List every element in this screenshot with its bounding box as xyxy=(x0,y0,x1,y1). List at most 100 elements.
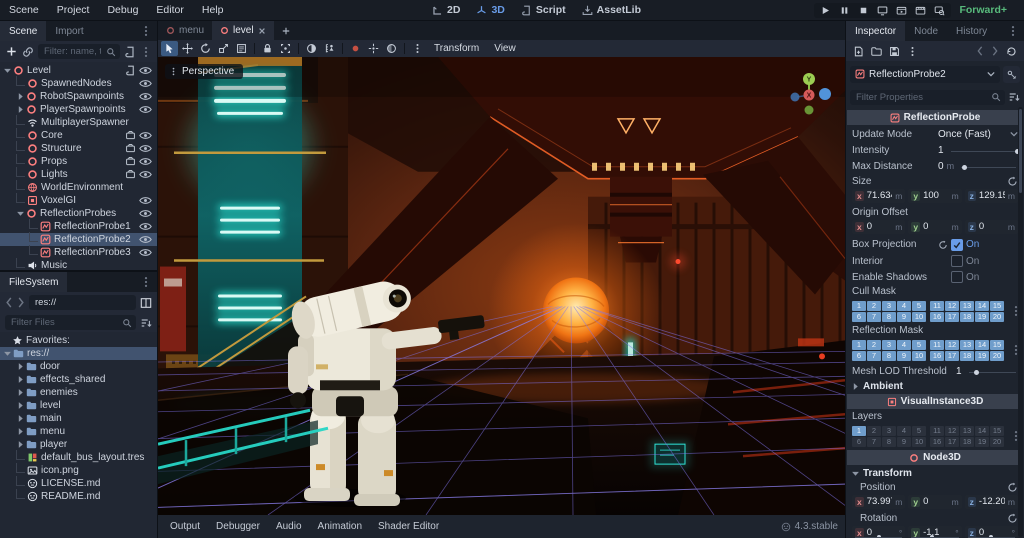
layer-17-toggle[interactable]: 17 xyxy=(945,350,959,361)
layer-16-toggle[interactable]: 16 xyxy=(930,436,944,447)
close-icon[interactable] xyxy=(258,27,266,35)
rotate-tool-button[interactable] xyxy=(197,41,214,56)
layer-3-toggle[interactable]: 3 xyxy=(882,339,896,350)
inspector-scrollbar[interactable] xyxy=(1018,107,1023,537)
layer-12-toggle[interactable]: 12 xyxy=(945,425,959,436)
save-resource-icon[interactable] xyxy=(889,46,900,57)
instance-icon[interactable] xyxy=(125,169,136,180)
layer-10-toggle[interactable]: 10 xyxy=(912,311,926,322)
layer-6-toggle[interactable]: 6 xyxy=(852,350,866,361)
layer-13-toggle[interactable]: 13 xyxy=(960,339,974,350)
layer-9-toggle[interactable]: 9 xyxy=(897,436,911,447)
bottom-tab-shader-editor[interactable]: Shader Editor xyxy=(370,521,447,532)
monitor-icon[interactable] xyxy=(877,5,888,16)
layer-9-toggle[interactable]: 9 xyxy=(897,350,911,361)
filesystem-item-readme-md[interactable]: README.md xyxy=(0,489,157,503)
move-tool-button[interactable] xyxy=(179,41,196,56)
history-back-icon[interactable] xyxy=(5,297,13,308)
layer-5-toggle[interactable]: 5 xyxy=(912,425,926,436)
filesystem-item-favorites-[interactable]: Favorites: xyxy=(0,334,157,347)
layer-4-toggle[interactable]: 4 xyxy=(897,339,911,350)
layer-11-toggle[interactable]: 11 xyxy=(930,300,944,311)
scale-tool-button[interactable] xyxy=(215,41,232,56)
layer-9-toggle[interactable]: 9 xyxy=(897,311,911,322)
file-filter-input[interactable] xyxy=(9,316,119,329)
layer-20-toggle[interactable]: 20 xyxy=(990,436,1004,447)
layer-14-toggle[interactable]: 14 xyxy=(975,339,989,350)
section-visualinstance3d[interactable]: VisualInstance3D xyxy=(847,394,1023,409)
layer-17-toggle[interactable]: 17 xyxy=(945,311,959,322)
scene-tree-item-robotspawnpoints[interactable]: RobotSpawnpoints xyxy=(0,90,157,103)
new-resource-icon[interactable] xyxy=(853,46,864,57)
layer-13-toggle[interactable]: 13 xyxy=(960,300,974,311)
layer-13-toggle[interactable]: 13 xyxy=(960,425,974,436)
tab-node[interactable]: Node xyxy=(905,21,947,41)
layer-11-toggle[interactable]: 11 xyxy=(930,339,944,350)
menu-debug[interactable]: Debug xyxy=(98,0,147,20)
history-back-icon[interactable] xyxy=(976,46,984,56)
camera-preview-button[interactable] xyxy=(347,41,364,56)
play-icon[interactable] xyxy=(820,5,831,16)
enable-shadows-checkbox[interactable] xyxy=(951,271,963,283)
filesystem-menu-button[interactable] xyxy=(135,272,157,292)
section-reflectionprobe[interactable]: ReflectionProbe xyxy=(847,110,1023,125)
visibility-toggle-icon[interactable] xyxy=(139,131,152,140)
pause-icon[interactable] xyxy=(839,5,850,16)
filesystem-item-res-[interactable]: res:// xyxy=(0,347,157,360)
layer-3-toggle[interactable]: 3 xyxy=(882,300,896,311)
category-ambient[interactable]: Ambient xyxy=(846,379,1024,393)
layer-4-toggle[interactable]: 4 xyxy=(897,300,911,311)
select-tool-button[interactable] xyxy=(161,41,178,56)
layer-1-toggle[interactable]: 1 xyxy=(852,300,866,311)
visibility-toggle-icon[interactable] xyxy=(139,196,152,205)
env-tool-button[interactable] xyxy=(383,41,400,56)
intensity-value[interactable]: 1 xyxy=(938,145,1020,156)
filesystem-item-enemies[interactable]: enemies xyxy=(0,386,157,399)
listsel-tool-button[interactable] xyxy=(233,41,250,56)
scene-tree-item-music[interactable]: Music xyxy=(0,258,157,270)
workspace-2d[interactable]: 2D xyxy=(424,0,468,20)
layer-18-toggle[interactable]: 18 xyxy=(960,436,974,447)
workspace-3d[interactable]: 3D xyxy=(468,0,512,20)
scene-tree-item-spawnednodes[interactable]: SpawnedNodes xyxy=(0,76,157,90)
inspector-menu-button[interactable] xyxy=(1002,21,1024,41)
workspace-assetlib[interactable]: AssetLib xyxy=(574,0,649,20)
layer-3-toggle[interactable]: 3 xyxy=(882,425,896,436)
layer-5-toggle[interactable]: 5 xyxy=(912,300,926,311)
visibility-toggle-icon[interactable] xyxy=(139,157,152,166)
clap-play-icon[interactable] xyxy=(896,5,907,16)
scene-tree-item-reflectionprobes[interactable]: ReflectionProbes xyxy=(0,207,157,220)
film-zoom-icon[interactable] xyxy=(934,5,945,16)
new-scene-tab-button[interactable] xyxy=(274,21,298,40)
layer-4-toggle[interactable]: 4 xyxy=(897,425,911,436)
rotation-x-field[interactable]: x 0 ° xyxy=(852,525,906,538)
history-forward-icon[interactable] xyxy=(991,46,999,56)
viewport-menu-view[interactable]: View xyxy=(487,43,523,54)
clap-icon[interactable] xyxy=(915,5,926,16)
scene-filter-input[interactable] xyxy=(42,45,103,58)
layer-12-toggle[interactable]: 12 xyxy=(945,300,959,311)
layer-19-toggle[interactable]: 19 xyxy=(975,350,989,361)
layer-2-toggle[interactable]: 2 xyxy=(867,339,881,350)
mesh-lod-value[interactable]: 1 xyxy=(956,366,1018,377)
load-resource-icon[interactable] xyxy=(871,46,882,57)
max-distance-slider[interactable] xyxy=(961,161,1018,171)
filesystem-item-door[interactable]: door xyxy=(0,360,157,373)
tab-history[interactable]: History xyxy=(947,21,996,41)
visibility-toggle-icon[interactable] xyxy=(139,248,152,257)
update-mode-dropdown[interactable]: Once (Fast) xyxy=(938,129,1018,140)
stop-icon[interactable] xyxy=(858,5,869,16)
layer-18-toggle[interactable]: 18 xyxy=(960,350,974,361)
filesystem-item-level[interactable]: level xyxy=(0,399,157,412)
bottom-tab-animation[interactable]: Animation xyxy=(310,521,370,532)
add-node-button[interactable] xyxy=(5,45,18,58)
revert-icon[interactable] xyxy=(938,240,948,250)
max-distance-value[interactable]: 0 m xyxy=(938,161,1018,172)
origin-x-field[interactable]: x0m xyxy=(852,219,906,234)
layer-14-toggle[interactable]: 14 xyxy=(975,425,989,436)
layer-15-toggle[interactable]: 15 xyxy=(990,339,1004,350)
rotation-y-field[interactable]: y -1.1 ° xyxy=(908,525,962,538)
layer-5-toggle[interactable]: 5 xyxy=(912,339,926,350)
mesh-lod-slider[interactable] xyxy=(968,366,1018,376)
script-icon[interactable] xyxy=(125,65,136,76)
